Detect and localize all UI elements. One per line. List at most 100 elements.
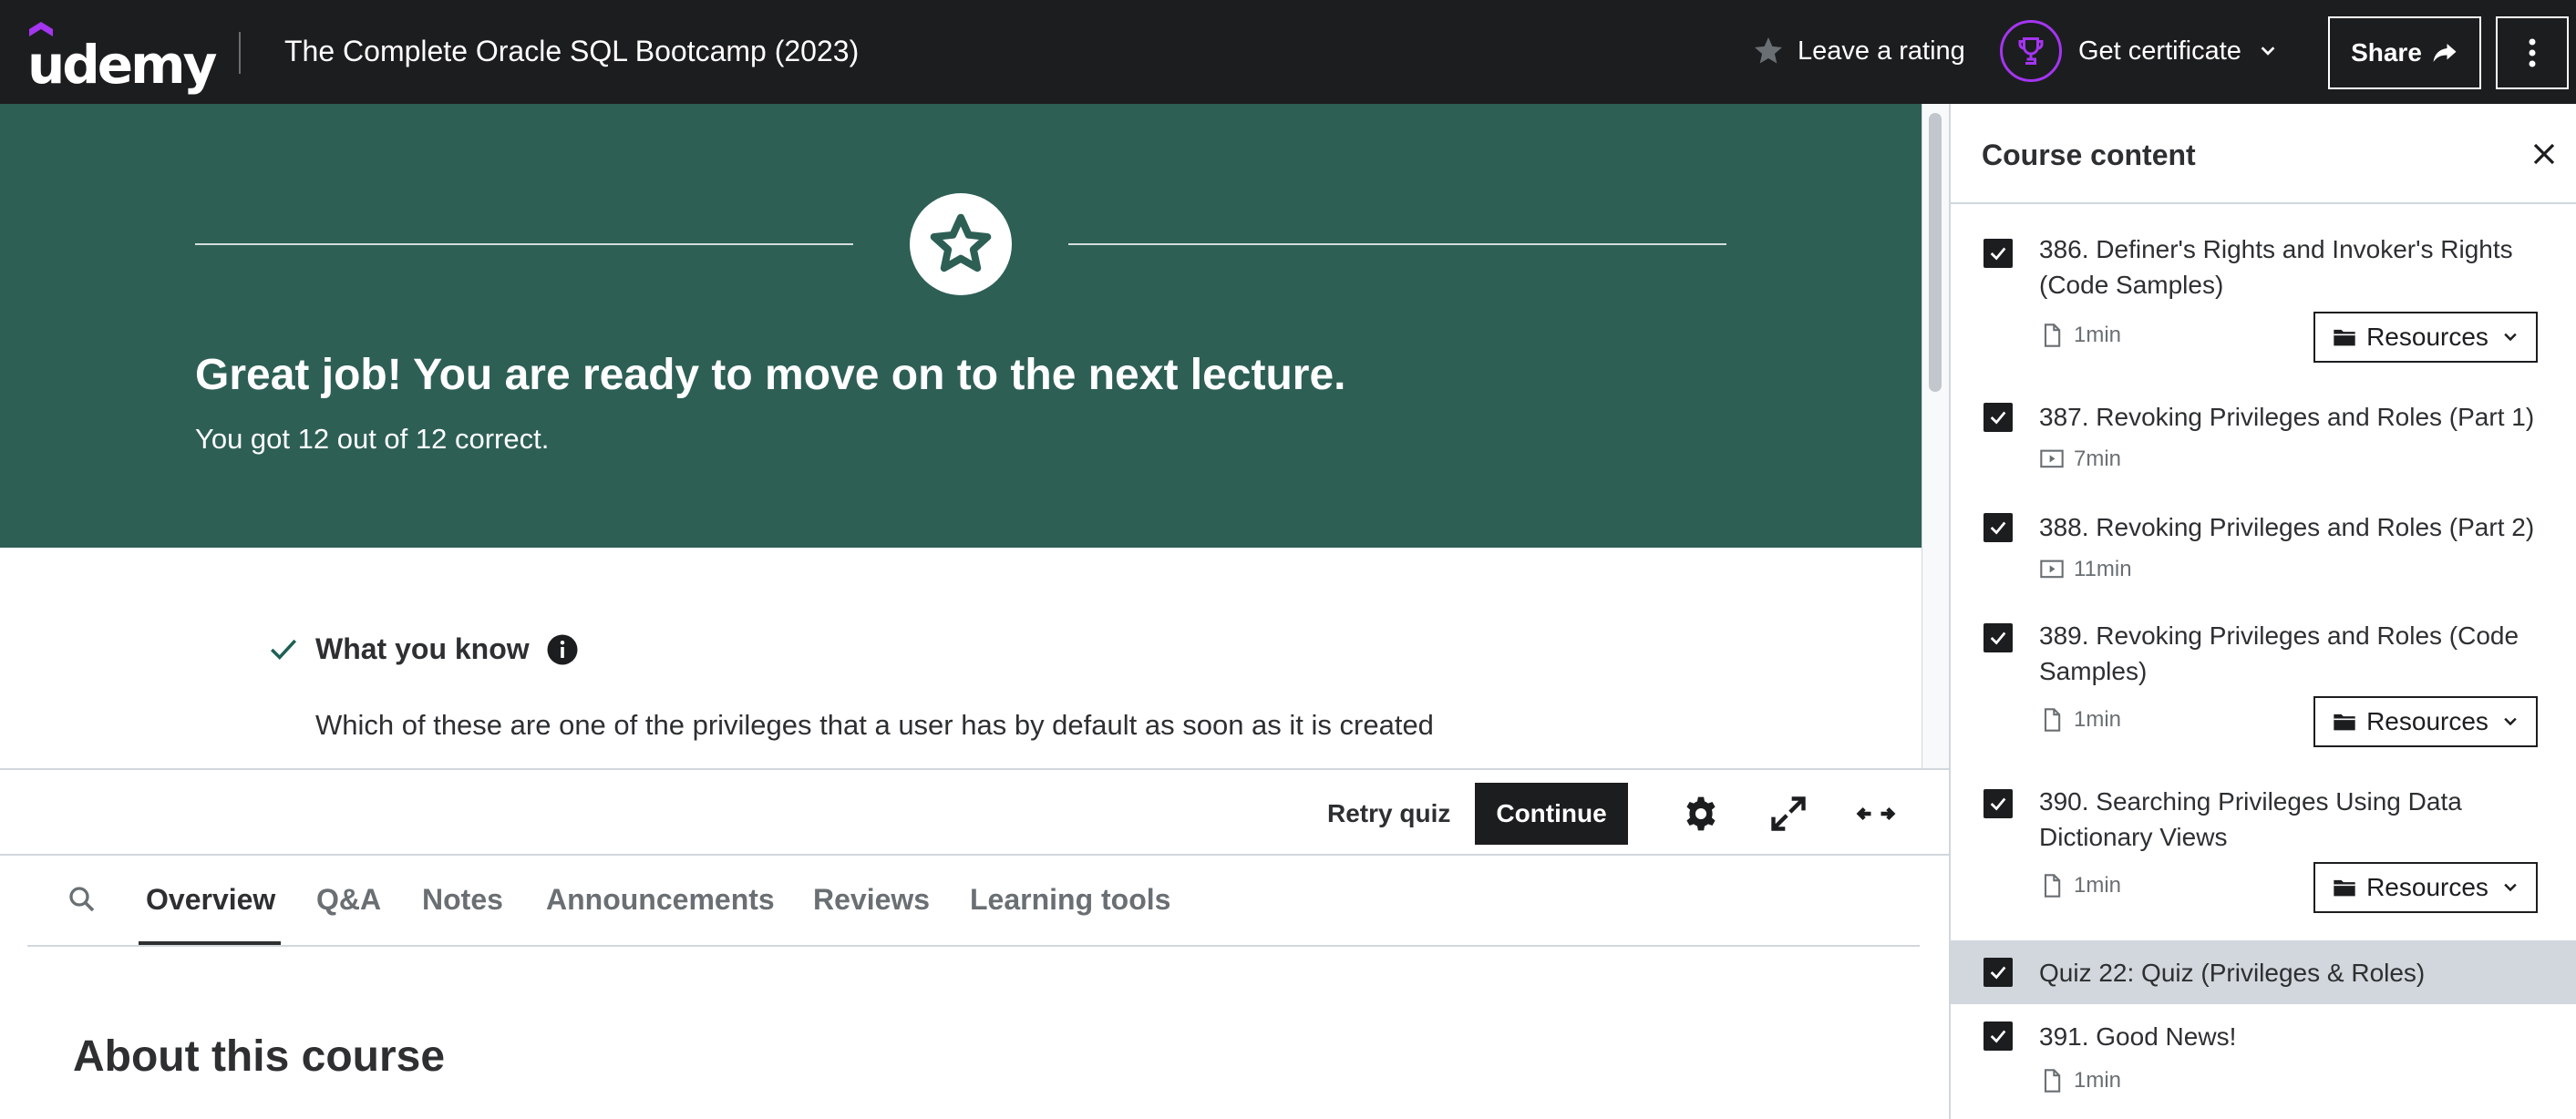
lecture-item[interactable]: 391. Good News! 1min <box>1951 1004 2576 1119</box>
completed-checkbox[interactable] <box>1984 1021 2013 1051</box>
lecture-item[interactable]: 386. Definer's Rights and Invoker's Righ… <box>1951 204 2576 370</box>
udemy-logo[interactable]: udemy <box>27 13 217 96</box>
banner-divider-right <box>1068 243 1726 245</box>
tab-notes[interactable]: Notes <box>422 883 503 917</box>
lecture-duration: 1min <box>2039 873 2121 898</box>
lecture-title: 391. Good News! <box>2039 1022 2237 1051</box>
main-scrollbar[interactable] <box>1922 104 1949 769</box>
completed-checkbox[interactable] <box>1984 623 2013 652</box>
lecture-duration: 11min <box>2039 557 2132 582</box>
lecture-item[interactable]: 388. Revoking Privileges and Roles (Part… <box>1951 480 2576 590</box>
folder-icon <box>2334 713 2355 731</box>
lecture-title: 390. Searching Privileges Using Data Dic… <box>2039 787 2462 851</box>
search-icon[interactable] <box>66 883 98 916</box>
completed-checkbox[interactable] <box>1984 513 2013 542</box>
file-icon <box>2044 874 2061 898</box>
chevron-down-icon <box>2504 883 2517 892</box>
file-icon <box>2044 323 2061 347</box>
expand-width-icon[interactable] <box>1856 794 1896 834</box>
lecture-item[interactable]: 387. Revoking Privileges and Roles (Part… <box>1951 370 2576 480</box>
more-options-button[interactable] <box>2496 16 2569 89</box>
resources-dropdown[interactable]: Resources <box>2313 696 2538 747</box>
close-icon[interactable] <box>2530 140 2558 168</box>
resources-label: Resources <box>2366 323 2488 351</box>
retry-quiz-button[interactable]: Retry quiz <box>1327 799 1450 828</box>
completed-checkbox[interactable] <box>1984 789 2013 818</box>
fullscreen-icon[interactable] <box>1768 794 1808 834</box>
chevron-down-icon <box>2504 717 2517 726</box>
check-icon <box>1990 411 2006 425</box>
about-course-heading: About this course <box>73 1032 446 1081</box>
resources-label: Resources <box>2366 873 2488 901</box>
main-scrollbar-thumb[interactable] <box>1929 113 1942 392</box>
video-icon <box>2040 560 2064 579</box>
sidebar-title: Course content <box>1982 139 2196 171</box>
share-arrow-icon <box>2433 44 2457 62</box>
resources-dropdown[interactable]: Resources <box>2313 312 2538 363</box>
lecture-title: 386. Definer's Rights and Invoker's Righ… <box>2039 235 2513 299</box>
lecture-title: 389. Revoking Privileges and Roles (Code… <box>2039 621 2519 685</box>
lecture-duration: 1min <box>2039 707 2121 733</box>
check-icon <box>1990 631 2006 645</box>
quiz-item-active[interactable]: Quiz 22: Quiz (Privileges & Roles) <box>1951 940 2576 1004</box>
lecture-title: 387. Revoking Privileges and Roles (Part… <box>2039 403 2535 431</box>
lecture-duration: 7min <box>2039 447 2121 472</box>
check-icon <box>1990 1030 2006 1043</box>
result-score: You got 12 out of 12 correct. <box>195 423 550 455</box>
file-icon <box>2044 708 2061 732</box>
completed-checkbox[interactable] <box>1984 239 2013 268</box>
chevron-down-icon <box>2504 333 2517 342</box>
share-button[interactable]: Share <box>2328 16 2481 89</box>
duration-text: 11min <box>2074 557 2132 581</box>
trophy-icon <box>2018 37 2044 65</box>
star-badge <box>910 193 1012 295</box>
folder-icon <box>2334 879 2355 897</box>
sidebar-header: Course content <box>1951 104 2576 204</box>
trophy-badge <box>2000 20 2062 82</box>
completed-checkbox[interactable] <box>1984 403 2013 432</box>
get-certificate-button[interactable]: Get certificate <box>2000 20 2278 82</box>
video-icon <box>2040 449 2064 468</box>
check-icon <box>1990 797 2006 811</box>
info-icon[interactable] <box>546 633 579 666</box>
tab-overview[interactable]: Overview <box>146 883 275 917</box>
leave-rating-label: Leave a rating <box>1798 36 1965 66</box>
get-certificate-label: Get certificate <box>2078 36 2241 66</box>
star-icon <box>930 213 992 272</box>
tab-qa[interactable]: Q&A <box>316 883 381 917</box>
tab-reviews[interactable]: Reviews <box>813 883 930 917</box>
active-tab-indicator <box>139 941 281 945</box>
lecture-item[interactable]: 389. Revoking Privileges and Roles (Code… <box>1951 590 2576 756</box>
result-title: Great job! You are ready to move on to t… <box>195 351 1346 399</box>
settings-icon[interactable] <box>1681 794 1721 834</box>
continue-button[interactable]: Continue <box>1475 783 1628 845</box>
course-content-sidebar: Course content 386. Definer's Rights and… <box>1949 104 2576 1119</box>
course-tabs: Overview Q&A Notes Announcements Reviews… <box>27 856 1920 947</box>
lecture-title: 388. Revoking Privileges and Roles (Part… <box>2039 513 2535 541</box>
check-icon <box>270 639 297 660</box>
lecture-duration: 1min <box>2039 323 2121 348</box>
duration-text: 1min <box>2074 707 2122 732</box>
lecture-item[interactable]: 390. Searching Privileges Using Data Dic… <box>1951 756 2576 922</box>
logo-text: udemy <box>27 34 217 96</box>
check-icon <box>1990 247 2006 261</box>
video-control-bar: Retry quiz Continue <box>0 768 1949 856</box>
course-title[interactable]: The Complete Oracle SQL Bootcamp (2023) <box>284 35 859 68</box>
resources-dropdown[interactable]: Resources <box>2313 862 2538 913</box>
duration-text: 1min <box>2074 1068 2122 1093</box>
duration-text: 7min <box>2074 447 2122 471</box>
what-you-know-label: What you know <box>315 632 530 665</box>
quiz-question: Which of these are one of the privileges… <box>315 709 1434 741</box>
share-label: Share <box>2351 38 2422 67</box>
resources-label: Resources <box>2366 707 2488 735</box>
more-vertical-icon <box>2529 38 2536 67</box>
completed-checkbox[interactable] <box>1984 958 2013 987</box>
tab-learning-tools[interactable]: Learning tools <box>970 883 1170 917</box>
tab-announcements[interactable]: Announcements <box>546 883 775 917</box>
check-icon <box>1990 966 2006 980</box>
what-you-know-section: What you know <box>268 632 579 666</box>
leave-rating-button[interactable]: Leave a rating <box>1752 35 1965 67</box>
star-icon <box>1755 37 1782 64</box>
header-divider <box>239 32 241 74</box>
chevron-down-icon <box>2261 46 2275 56</box>
